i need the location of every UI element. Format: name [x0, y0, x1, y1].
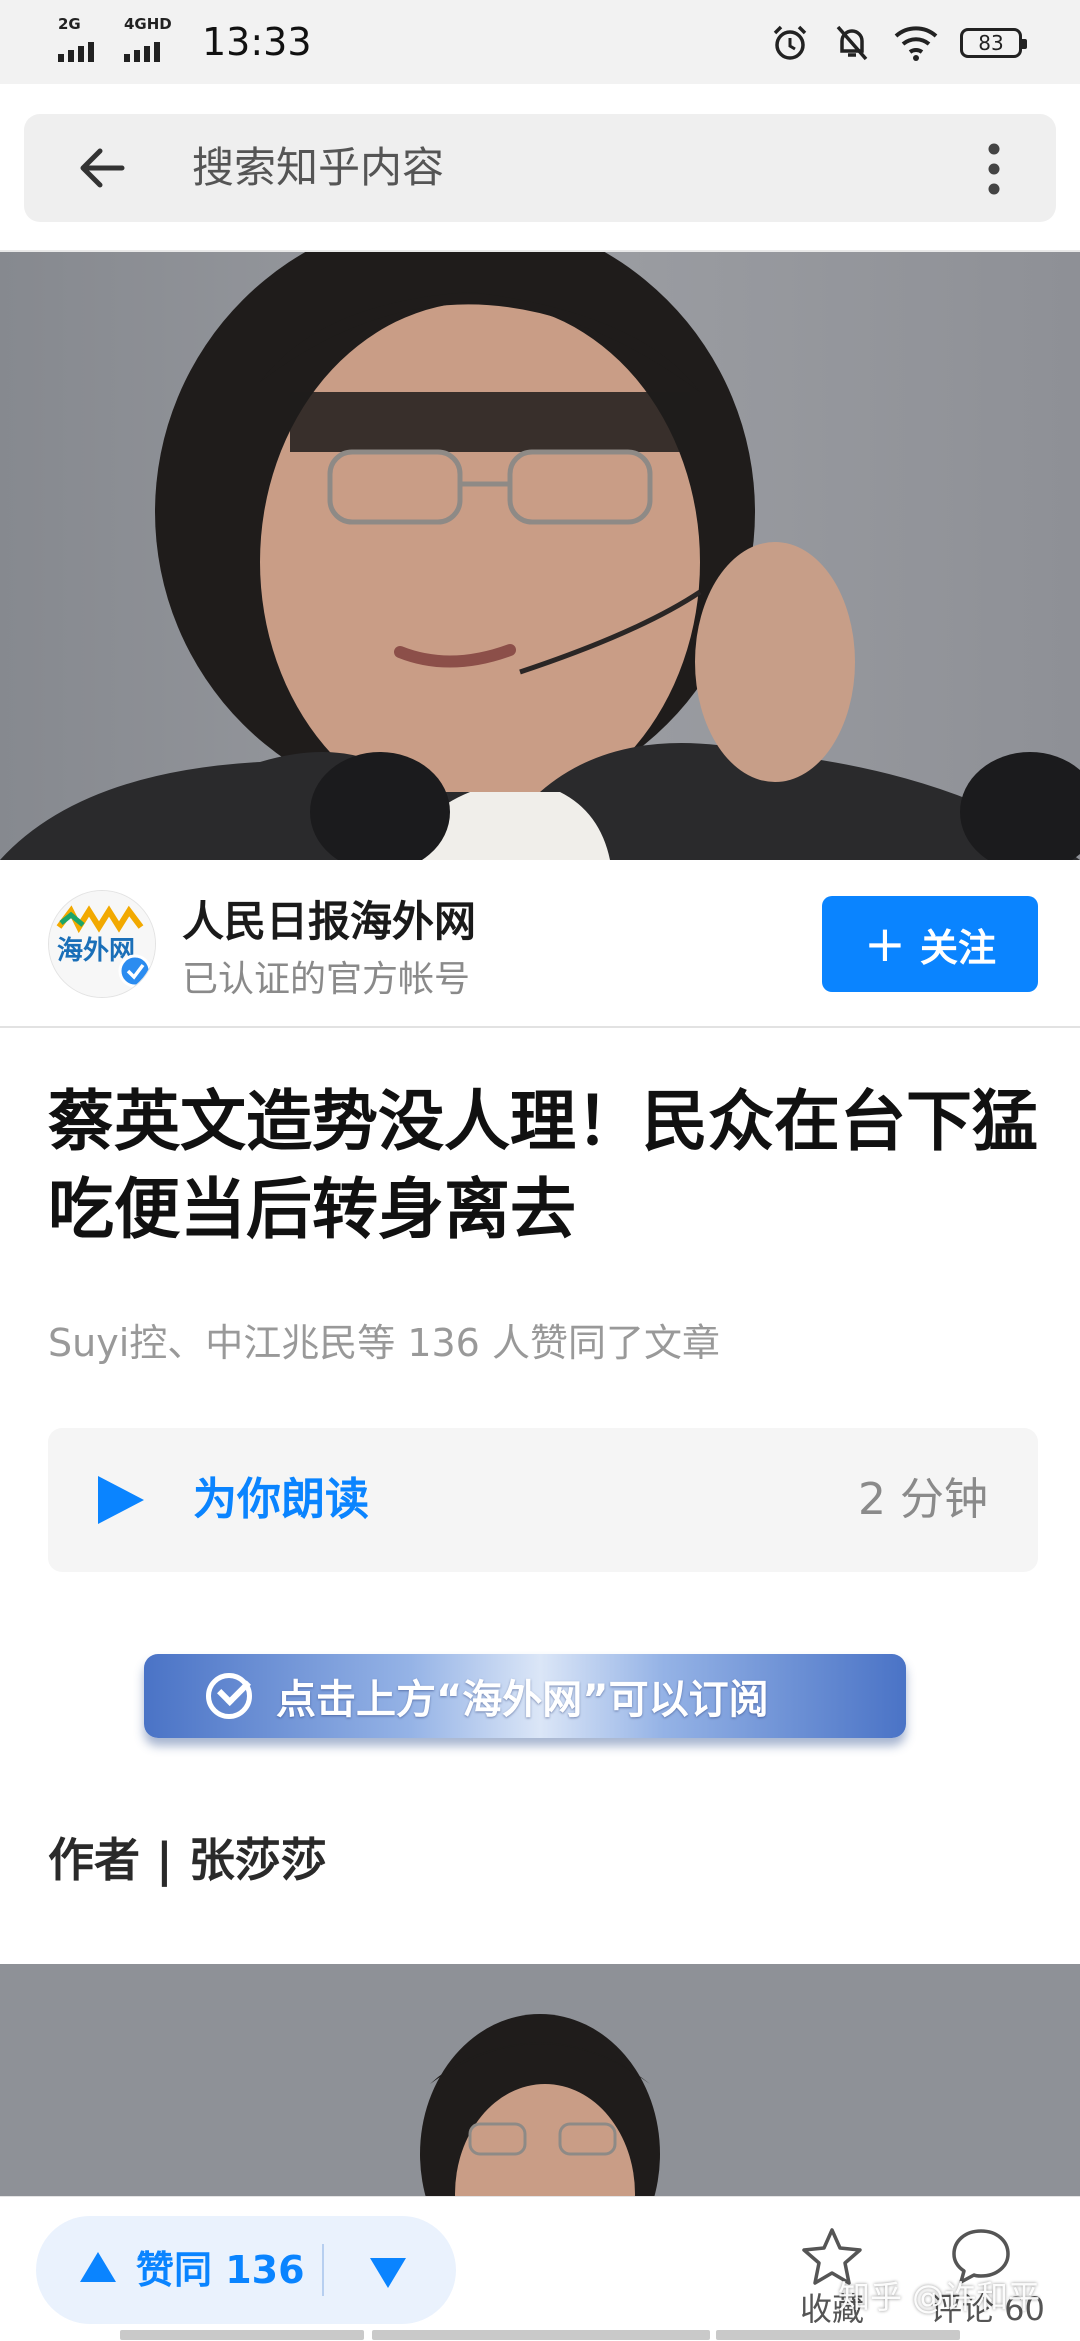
wifi-icon: [894, 26, 938, 61]
battery-icon: 83: [960, 28, 1027, 58]
search-input[interactable]: 搜索知乎内容: [192, 114, 444, 222]
article-title: 蔡英文造势没人理！民众在台下猛吃便当后转身离去: [48, 1083, 1038, 1248]
signal-4g-icon: 4GHD: [124, 16, 186, 68]
downvote-button[interactable]: [370, 2258, 406, 2288]
zhihu-watermark: 知乎 @许和平: [838, 2278, 1041, 2316]
article-photo: [0, 1964, 1080, 2204]
plus-icon: +: [864, 915, 906, 973]
subscribe-banner-image: 点击上方“海外网”可以订阅: [144, 1654, 906, 1738]
read-duration: 2 分钟: [858, 1474, 988, 1525]
signal-2g-label: 2G: [58, 15, 81, 33]
battery-level: 83: [978, 31, 1004, 55]
vote-separator: [322, 2244, 324, 2296]
divider: [0, 1026, 1080, 1028]
vote-pill: 赞同 136: [36, 2216, 456, 2324]
author-verified-label: 已认证的官方帐号: [182, 959, 471, 1000]
search-bar[interactable]: 搜索知乎内容: [24, 114, 1056, 222]
subscribe-banner-text: 点击上方“海外网”可以订阅: [276, 1677, 769, 1723]
check-circle-icon: [206, 1673, 252, 1719]
more-vertical-icon[interactable]: [984, 142, 1004, 196]
follow-button[interactable]: + 关注: [822, 896, 1038, 992]
signal-2g-icon: 2G: [58, 16, 114, 68]
author-avatar[interactable]: 海外网: [48, 890, 156, 998]
upvote-button[interactable]: 赞同 136: [136, 2216, 305, 2324]
mute-bell-icon: [836, 25, 868, 61]
upvote-arrow-icon[interactable]: [80, 2252, 116, 2282]
approvers-text[interactable]: Suyi控、中江兆民等 136 人赞同了文章: [48, 1312, 720, 1367]
status-right: 83: [770, 18, 1027, 68]
article-cover-photo: [0, 252, 1080, 860]
signal-4g-label: 4GHD: [124, 15, 172, 33]
status-left: 2G 4GHD 13:33: [58, 16, 312, 68]
back-arrow-icon[interactable]: [72, 138, 132, 198]
status-time: 13:33: [202, 20, 312, 64]
author-name[interactable]: 人民日报海外网: [182, 888, 476, 949]
play-icon: [98, 1476, 144, 1524]
read-aloud-label: 为你朗读: [193, 1474, 369, 1525]
follow-label: 关注: [919, 925, 996, 970]
alarm-icon: [773, 25, 807, 60]
article-byline: 作者 | 张莎莎: [48, 1833, 327, 1887]
navigation-indicator: [0, 2330, 1080, 2340]
read-aloud-card[interactable]: 为你朗读 2 分钟: [48, 1428, 1038, 1572]
